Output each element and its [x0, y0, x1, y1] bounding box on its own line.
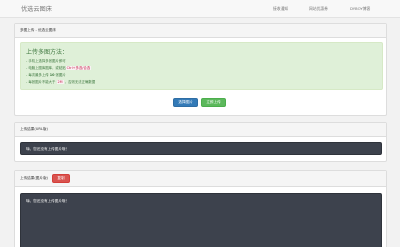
html-result-heading-label: 上传结果(图片版) [20, 176, 48, 180]
nav-link-blog[interactable]: DYBOY博客 [350, 6, 370, 12]
copy-button[interactable]: 复制 [51, 174, 70, 183]
url-result-empty-message: 嗨，您还没有上传图片哦！ [26, 147, 70, 151]
url-result-panel: 上传结果(URL版) 嗨，您还没有上传图片哦！ [14, 122, 387, 162]
url-result-heading: 上传结果(URL版) [15, 123, 386, 137]
nav-link-notices[interactable]: 接收通知 [273, 6, 288, 12]
html-result-output[interactable]: 嗨，您还没有上传图片哦！ [20, 193, 382, 247]
alert-title: 上传多图方法： [26, 49, 69, 56]
url-result-output[interactable]: 嗨，您还没有上传图片哦！ [20, 142, 382, 155]
upload-panel: 多图上传 - 优选云图床 上传多图方法： - 手机上选择多张图片即可 - 电脑上… [14, 23, 387, 116]
tip-max-size: - 每张图片不能大于 2M ，否则无法正确数据 [26, 80, 96, 84]
upload-instructions-alert: 上传多图方法： - 手机上选择多张图片即可 - 电脑上图库图库，或粘贴Ctrl+… [20, 42, 383, 90]
tip-shortcut-highlight: Ctrl+多选/合选 [65, 66, 92, 70]
html-result-empty-message: 嗨，您还没有上传图片哦！ [26, 199, 70, 203]
html-result-panel: 上传结果(图片版) 复制 嗨，您还没有上传图片哦！ [14, 170, 387, 247]
brand-logo[interactable]: 优选云图床 [21, 4, 52, 13]
upload-panel-heading: 多图上传 - 优选云图床 [15, 24, 386, 38]
tip-size-highlight: 2M [56, 80, 64, 84]
html-result-heading: 上传结果(图片版) 复制 [15, 171, 386, 187]
navbar: 优选云图床 接收通知 网站优惠券 DYBOY博客 [0, 0, 400, 18]
tip-mobile: - 手机上选择多张图片即可 [26, 59, 66, 63]
upload-now-button[interactable]: 立即上传 [201, 98, 226, 107]
tip-max-count: - 每次最多上传 10 张图片 [26, 73, 66, 77]
select-images-button[interactable]: 选择图片 [173, 98, 198, 107]
nav-link-coupons[interactable]: 网站优惠券 [309, 6, 328, 12]
tip-desktop: - 电脑上图库图库，或粘贴Ctrl+多选/合选 [26, 66, 92, 70]
